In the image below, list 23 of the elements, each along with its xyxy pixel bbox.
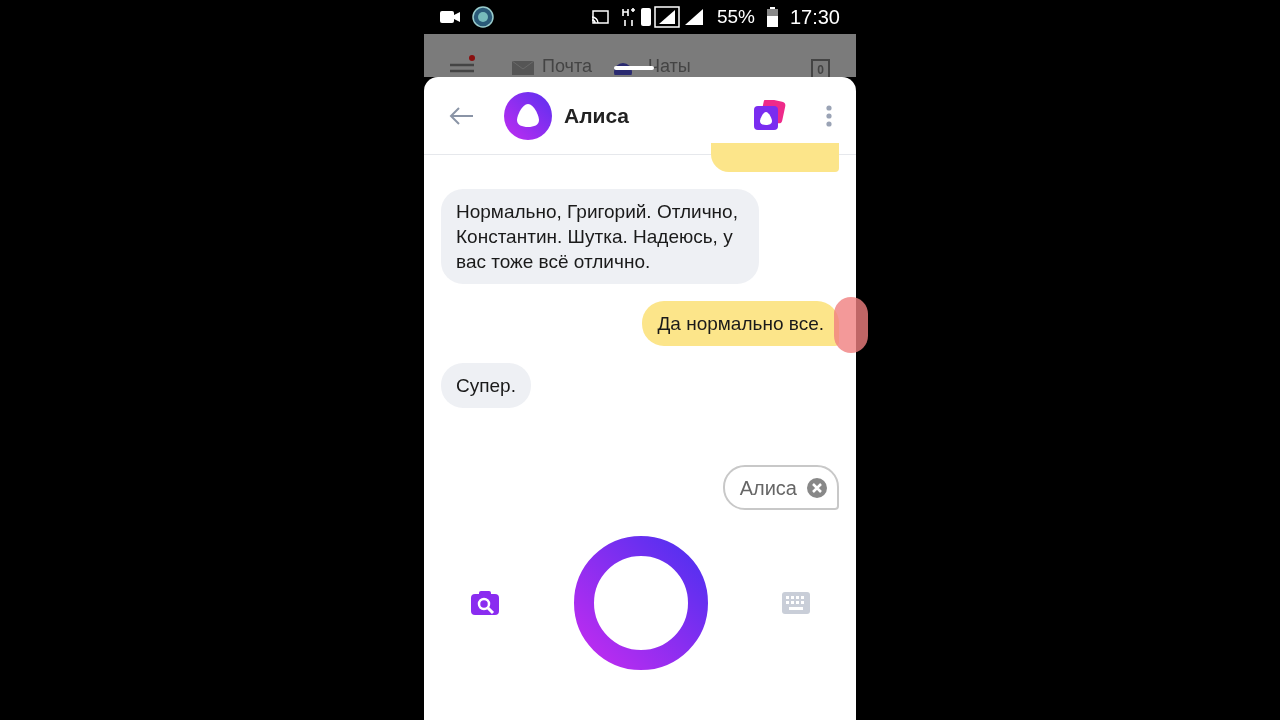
cast-icon (590, 10, 609, 24)
battery-icon (766, 7, 778, 27)
voice-button-icon[interactable] (574, 536, 708, 670)
more-icon[interactable] (826, 104, 832, 127)
suggestion-chip[interactable]: Алиса (722, 465, 839, 510)
camera-search-icon[interactable] (470, 590, 500, 616)
close-icon[interactable] (807, 477, 827, 498)
signal-icon (620, 6, 705, 28)
chat-title: Алиса (564, 102, 630, 129)
clock: 17:30 (789, 5, 840, 30)
tab-label[interactable]: Чаты (648, 57, 691, 75)
video-camera-icon (440, 11, 460, 23)
back-arrow-icon[interactable] (448, 105, 474, 126)
tab-label[interactable]: Почта (542, 57, 592, 75)
battery-percent: 55% (716, 4, 755, 29)
avatar-logo-icon (504, 91, 552, 140)
mail-icon (512, 61, 534, 75)
menu-icon (450, 55, 476, 75)
app-logo-icon[interactable] (752, 99, 786, 132)
message-bubble: Да нормально все. (642, 301, 839, 346)
message-bubble: Супер. (441, 363, 531, 408)
app-icon (472, 6, 494, 28)
message-bubble: Нормально, Григорий. Отлично, Константин. Шутка. Надеюсь, у вас тоже всё отлично. (441, 189, 759, 284)
